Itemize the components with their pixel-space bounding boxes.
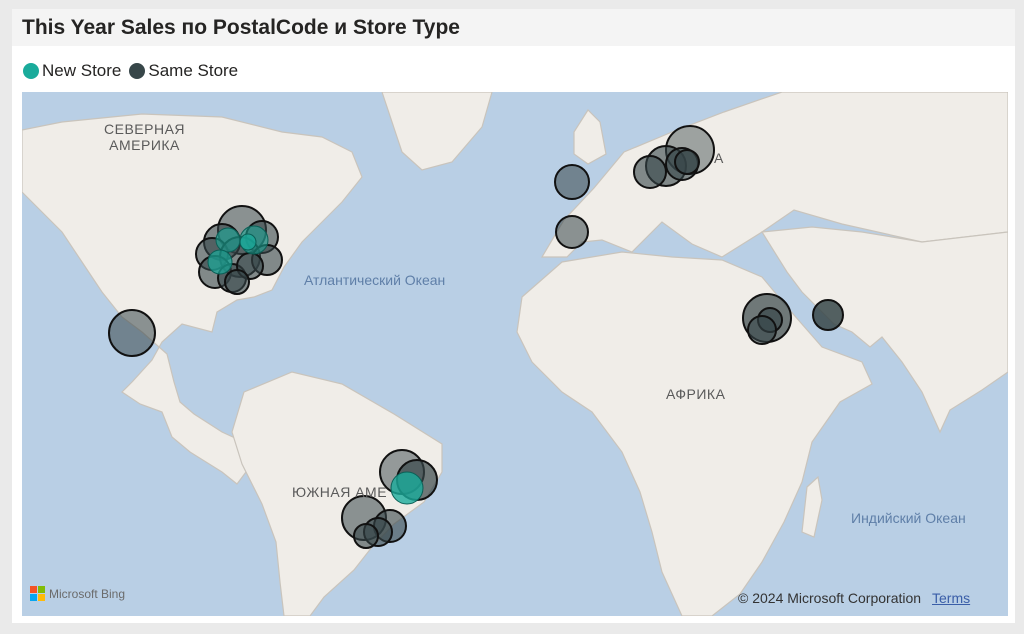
bing-map[interactable]: СЕВЕРНАЯ АМЕРИКА ЮЖНАЯ АМЕ АФРИКА А Атла… xyxy=(22,92,1008,616)
land-greenland xyxy=(381,92,493,171)
ocean-label-indian: Индийский Океан xyxy=(851,510,966,526)
terms-link[interactable]: Terms xyxy=(932,590,970,606)
new-store-color-icon xyxy=(23,63,39,79)
same-store-color-icon xyxy=(129,63,146,79)
microsoft-logo-icon xyxy=(30,586,45,601)
region-label-africa: АФРИКА xyxy=(666,386,726,402)
legend-item-new-store[interactable]: New Store xyxy=(23,61,121,81)
map-canvas xyxy=(22,92,1008,616)
map-visual: This Year Sales по PostalCode и Store Ty… xyxy=(12,9,1015,623)
land-masses xyxy=(22,92,1008,616)
region-label-south-america: ЮЖНАЯ АМЕ xyxy=(292,484,388,500)
legend-item-same-store[interactable]: Same Store xyxy=(129,61,238,81)
visual-header: This Year Sales по PostalCode и Store Ty… xyxy=(12,9,1015,46)
ocean-label-atlantic: Атлантический Океан xyxy=(304,272,446,288)
north-america-label-line1: СЕВЕРНАЯ xyxy=(104,121,186,137)
bing-logo-text: Microsoft Bing xyxy=(49,586,126,601)
land-madagascar xyxy=(801,475,823,538)
region-label-north-america: СЕВЕРНАЯ АМЕРИКА xyxy=(104,121,185,153)
land-uk xyxy=(573,109,607,165)
bing-logo: Microsoft Bing xyxy=(30,586,125,601)
legend: New Store Same Store xyxy=(23,61,246,81)
region-label-asia-partial: А xyxy=(714,150,724,166)
legend-label-same-store: Same Store xyxy=(148,61,239,80)
visual-title: This Year Sales по PostalCode и Store Ty… xyxy=(22,16,460,39)
copyright-text: © 2024 Microsoft Corporation xyxy=(738,590,922,606)
legend-label-new-store: New Store xyxy=(42,61,122,80)
north-america-label-line2: АМЕРИКА xyxy=(109,137,180,153)
